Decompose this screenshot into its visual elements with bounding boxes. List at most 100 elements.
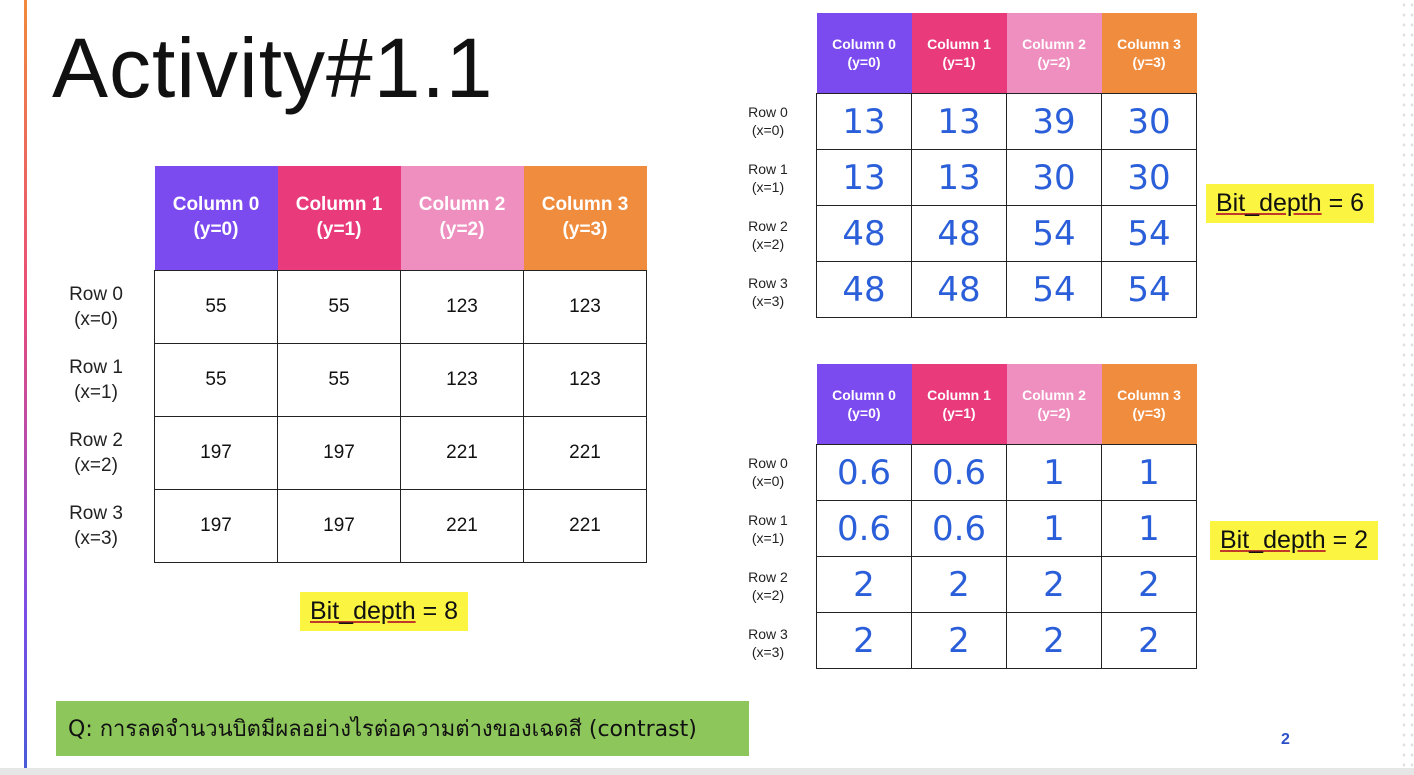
row-label: Row 3 (x=3) — [56, 502, 136, 551]
column-header: Column 0 (y=0) — [816, 364, 912, 445]
column-header-name: Column 2 — [1022, 386, 1086, 403]
handwritten-cell: 2 — [911, 556, 1007, 613]
table-cell: 55 — [277, 270, 401, 344]
table-header-row: Column 0 (y=0) Column 1 (y=1) Column 2 (y=2… — [816, 13, 1197, 94]
row-label-name: Row 1 — [748, 161, 788, 177]
column-header: Column 1 (y=1) — [277, 166, 401, 271]
row-label: Row 1 (x=1) — [56, 356, 136, 405]
handwritten-cell: 1 — [1101, 500, 1197, 557]
row-labels-bit2: Row 0 (x=0) Row 1 (x=1) Row 2 (x=2) Row 3 (x… — [738, 444, 798, 672]
row-label-name: Row 2 — [748, 218, 788, 234]
table-row: 0.6 0.6 1 1 — [816, 500, 1197, 557]
row-label-name: Row 0 — [69, 284, 123, 305]
row-label-sub: (x=3) — [751, 293, 785, 310]
column-header: Column 3 (y=3) — [523, 166, 647, 271]
column-header-name: Column 1 — [295, 194, 383, 216]
table-row: 13 13 39 30 — [816, 93, 1197, 150]
handwritten-cell: 2 — [1006, 556, 1102, 613]
table-cell: 123 — [400, 270, 524, 344]
table-row: 2 2 2 2 — [816, 612, 1197, 669]
pixel-table-bit8: Column 0 (y=0) Column 1 (y=1) Column 2 (y=2… — [154, 166, 647, 563]
column-header-name: Column 1 — [927, 35, 991, 52]
table-cell: 55 — [277, 343, 401, 417]
row-label: Row 0 (x=0) — [738, 103, 798, 139]
column-header: Column 0 (y=0) — [816, 13, 912, 94]
bit-depth-value: = 6 — [1321, 189, 1365, 217]
handwritten-cell: 30 — [1101, 149, 1197, 206]
column-header: Column 2 (y=2) — [1006, 13, 1102, 94]
row-labels-bit6: Row 0 (x=0) Row 1 (x=1) Row 2 (x=2) Row 3 (x… — [738, 93, 798, 321]
row-label-sub: (x=0) — [751, 473, 785, 490]
handwritten-cell: 1 — [1101, 444, 1197, 501]
table-cell: 123 — [523, 343, 647, 417]
column-header-name: Column 3 — [1117, 386, 1181, 403]
column-header-sub: (y=3) — [562, 219, 608, 240]
column-header: Column 1 (y=1) — [911, 364, 1007, 445]
column-header-name: Column 0 — [832, 35, 896, 52]
row-label-sub: (x=0) — [751, 122, 785, 139]
bit-depth-label: Bit_depth — [310, 597, 416, 625]
table-cell: 197 — [154, 416, 278, 490]
table-row: 2 2 2 2 — [816, 556, 1197, 613]
column-header: Column 0 (y=0) — [154, 166, 278, 271]
handwritten-cell: 48 — [911, 205, 1007, 262]
column-header-sub: (y=1) — [316, 219, 362, 240]
table-cell: 221 — [400, 416, 524, 490]
row-label-sub: (x=1) — [751, 530, 785, 547]
table-row: 55 55 123 123 — [154, 343, 647, 417]
row-label-sub: (x=3) — [751, 644, 785, 661]
row-label-name: Row 2 — [748, 569, 788, 585]
column-header-sub: (y=2) — [1037, 54, 1071, 70]
row-label: Row 3 (x=3) — [738, 625, 798, 661]
handwritten-cell: 30 — [1006, 149, 1102, 206]
row-label-name: Row 3 — [69, 503, 123, 524]
table-row: 48 48 54 54 — [816, 261, 1197, 318]
row-label-name: Row 3 — [748, 626, 788, 642]
pixel-table-bit6: Column 0 (y=0) Column 1 (y=1) Column 2 (y=2… — [816, 13, 1197, 318]
column-header-name: Column 1 — [927, 386, 991, 403]
column-header: Column 2 (y=2) — [400, 166, 524, 271]
handwritten-cell: 48 — [816, 205, 912, 262]
column-header-name: Column 0 — [172, 194, 260, 216]
table-header-row: Column 0 (y=0) Column 1 (y=1) Column 2 (y=2… — [154, 166, 647, 271]
table-row: 13 13 30 30 — [816, 149, 1197, 206]
handwritten-cell: 30 — [1101, 93, 1197, 150]
handwritten-cell: 54 — [1101, 205, 1197, 262]
table-cell: 221 — [523, 416, 647, 490]
handwritten-cell: 0.6 — [911, 500, 1007, 557]
bit-depth-value: = 8 — [415, 597, 459, 625]
row-label-name: Row 2 — [69, 430, 123, 451]
row-label-sub: (x=3) — [74, 527, 118, 549]
bit-depth-badge-8: Bit_depth = 8 — [300, 592, 469, 632]
table-cell: 55 — [154, 270, 278, 344]
handwritten-cell: 2 — [1006, 612, 1102, 669]
column-header: Column 3 (y=3) — [1101, 13, 1197, 94]
row-labels-bit8: Row 0 (x=0) Row 1 (x=1) Row 2 (x=2) Row 3 (x… — [56, 270, 136, 564]
handwritten-cell: 0.6 — [816, 444, 912, 501]
row-label: Row 3 (x=3) — [738, 274, 798, 310]
handwritten-cell: 1 — [1006, 500, 1102, 557]
table-cell: 197 — [277, 416, 401, 490]
row-label: Row 1 (x=1) — [738, 511, 798, 547]
question-box: Q: การลดจำนวนบิตมีผลอย่างไรต่อความต่างขอ… — [56, 701, 749, 756]
bit-depth-label: Bit_depth — [1216, 189, 1322, 217]
row-label-name: Row 1 — [69, 357, 123, 378]
column-header-sub: (y=1) — [942, 54, 976, 70]
row-label-sub: (x=1) — [751, 179, 785, 196]
bit-depth-value: = 2 — [1325, 526, 1369, 554]
handwritten-cell: 1 — [1006, 444, 1102, 501]
handwritten-cell: 54 — [1101, 261, 1197, 318]
handwritten-cell: 2 — [816, 556, 912, 613]
row-label-sub: (x=2) — [74, 454, 118, 476]
column-header-name: Column 2 — [418, 194, 506, 216]
row-label-name: Row 3 — [748, 275, 788, 291]
bit-depth-badge-2: Bit_depth = 2 — [1210, 521, 1379, 561]
handwritten-cell: 0.6 — [816, 500, 912, 557]
page-number: 2 — [1281, 731, 1290, 748]
column-header-sub: (y=3) — [1132, 54, 1166, 70]
bit-depth-badge-6: Bit_depth = 6 — [1206, 184, 1375, 224]
row-label-name: Row 1 — [748, 512, 788, 528]
column-header-sub: (y=2) — [439, 219, 485, 240]
table-row: 48 48 54 54 — [816, 205, 1197, 262]
row-label: Row 2 (x=2) — [738, 568, 798, 604]
